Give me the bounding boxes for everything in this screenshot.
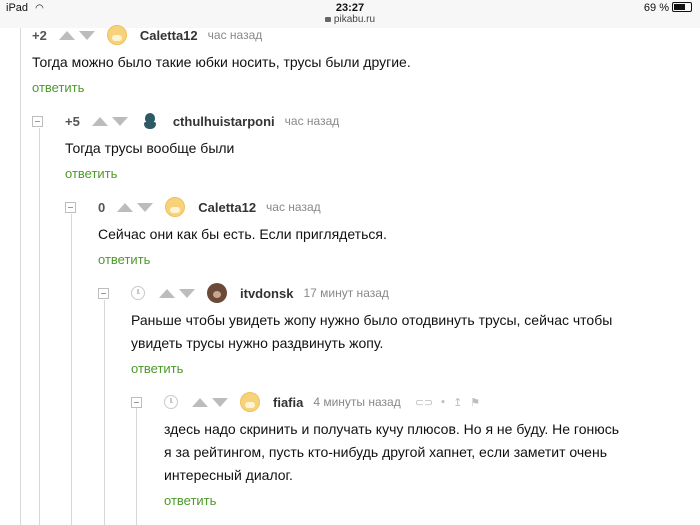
comment-text: Тогда можно было такие юбки носить, трус… (32, 51, 411, 74)
clock-icon (131, 286, 145, 300)
comment-line: Раньше чтобы увидеть жопу нужно было ото… (131, 312, 613, 328)
upvote-icon[interactable] (117, 202, 134, 212)
save-icon[interactable]: ▪ (441, 396, 445, 408)
avatar[interactable] (106, 25, 127, 45)
url-text: pikabu.ru (333, 14, 376, 25)
comment-time[interactable]: 17 минут назад (303, 286, 388, 300)
comment-author[interactable]: Caletta12 (140, 28, 198, 43)
comment-author[interactable]: Caletta12 (198, 200, 256, 215)
comment-text: Сейчас они как бы есть. Если приглядетьс… (98, 223, 387, 246)
comment-line: здесь надо скринить и получать кучу плюс… (164, 421, 620, 437)
avatar[interactable] (207, 283, 227, 303)
upvote-icon[interactable] (159, 288, 175, 298)
thread-line (136, 406, 137, 525)
comment-author[interactable]: itvdonsk (240, 286, 293, 301)
comment-time[interactable]: 4 минуты назад (313, 395, 400, 409)
comment-author[interactable]: fiafia (273, 395, 303, 410)
thread-line (71, 214, 72, 525)
comment-author[interactable]: cthulhuistarponi (173, 114, 275, 129)
lock-icon (324, 17, 331, 22)
comment-rating: +5 (65, 113, 80, 129)
reply-link[interactable]: ответить (65, 166, 117, 181)
battery-icon (672, 2, 692, 12)
reply-link[interactable]: ответить (164, 493, 216, 508)
battery-indicator: 69 % (644, 2, 692, 14)
collapse-button[interactable] (98, 287, 109, 299)
comment-header: +2 Caletta12 час назад (32, 24, 262, 46)
comment-rating: +2 (32, 27, 47, 43)
comment-line: Тогда можно было такие юбки носить, трус… (32, 54, 411, 70)
clock-icon (164, 395, 178, 409)
comment-text: Раньше чтобы увидеть жопу нужно было ото… (131, 309, 612, 355)
comment-time[interactable]: час назад (285, 114, 340, 128)
avatar[interactable] (165, 197, 186, 217)
avatar[interactable] (240, 392, 260, 412)
collapse-button[interactable] (131, 396, 142, 408)
comment-header: fiafia 4 минуты назад ⊂⊃ ▪ ↥ ⚑ (131, 391, 480, 413)
link-icon[interactable]: ⊂⊃ (415, 396, 433, 409)
thread-line (104, 300, 105, 525)
upvote-icon[interactable] (91, 116, 108, 126)
upvote-icon[interactable] (58, 30, 75, 40)
collapse-button[interactable] (32, 115, 43, 127)
reply-link[interactable]: ответить (98, 252, 150, 267)
downvote-icon[interactable] (212, 397, 228, 407)
thread-line (39, 128, 40, 525)
upvote-icon[interactable] (192, 397, 208, 407)
comment-time[interactable]: час назад (208, 28, 263, 42)
comment-line: интересный диалог. (164, 467, 293, 483)
downvote-icon[interactable] (111, 116, 128, 126)
flag-icon[interactable]: ⚑ (470, 396, 480, 409)
comment-header: +5 cthulhuistarponi час назад (32, 110, 339, 132)
comment-line: увидеть трусы нужно раздвинуть жопу. (131, 335, 384, 351)
battery-text: 69 % (643, 2, 669, 14)
downvote-icon[interactable] (179, 288, 195, 298)
comment-header: 0 Caletta12 час назад (65, 196, 321, 218)
avatar[interactable] (140, 111, 160, 131)
downvote-icon[interactable] (78, 30, 95, 40)
share-icon[interactable]: ↥ (453, 396, 462, 409)
thread-line (20, 28, 21, 525)
clock: 23:27 (335, 2, 365, 14)
comment-text: здесь надо скринить и получать кучу плюс… (164, 418, 619, 487)
comment-line: Тогда трусы вообще были (65, 140, 235, 156)
reply-link[interactable]: ответить (32, 80, 84, 95)
comment-text: Тогда трусы вообще были (65, 137, 234, 160)
comment-time[interactable]: час назад (266, 200, 321, 214)
comment-header: itvdonsk 17 минут назад (98, 282, 389, 304)
comment-line: Сейчас они как бы есть. Если приглядетьс… (98, 226, 387, 242)
reply-link[interactable]: ответить (131, 361, 183, 376)
comment-line: я за рейтингом, пусть кто-нибудь другой … (164, 444, 607, 460)
comment-rating: 0 (98, 199, 106, 215)
downvote-icon[interactable] (137, 202, 154, 212)
collapse-button[interactable] (65, 201, 76, 213)
